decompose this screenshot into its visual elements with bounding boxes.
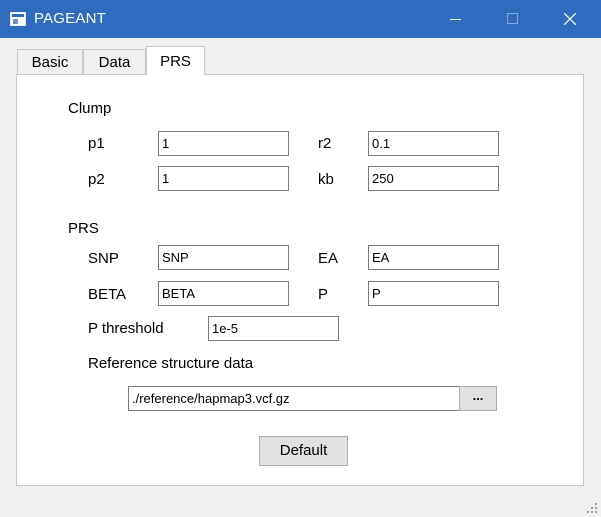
browse-button[interactable]: ... <box>459 386 497 411</box>
tab-prs[interactable]: PRS <box>146 46 205 75</box>
minimize-icon <box>450 19 461 20</box>
tab-data[interactable]: Data <box>83 49 146 75</box>
p2-input[interactable]: 1 <box>158 166 289 191</box>
clump-heading: Clump <box>68 100 112 117</box>
beta-label: BETA <box>88 286 127 303</box>
p-input[interactable]: P <box>368 281 499 306</box>
snp-label: SNP <box>88 250 119 267</box>
p-threshold-input[interactable]: 1e-5 <box>208 316 339 341</box>
app-window-icon <box>10 12 26 26</box>
maximize-icon <box>507 13 518 24</box>
minimize-button[interactable] <box>433 0 479 38</box>
snp-input[interactable]: SNP <box>158 245 289 270</box>
ea-label: EA <box>318 250 339 267</box>
p1-label: p1 <box>88 135 105 152</box>
p2-label: p2 <box>88 171 105 188</box>
prs-heading: PRS <box>68 220 99 237</box>
r2-input[interactable]: 0.1 <box>368 131 499 156</box>
p1-input[interactable]: 1 <box>158 131 289 156</box>
r2-label: r2 <box>318 135 332 152</box>
tab-basic[interactable]: Basic <box>17 49 83 75</box>
kb-label: kb <box>318 171 334 188</box>
resize-grip-icon[interactable] <box>587 503 597 513</box>
maximize-button[interactable] <box>489 0 535 38</box>
beta-input[interactable]: BETA <box>158 281 289 306</box>
close-icon <box>564 13 576 25</box>
reference-label: Reference structure data <box>88 355 254 372</box>
reference-path-input[interactable]: ./reference/hapmap3.vcf.gz <box>128 386 460 411</box>
p-label: P <box>318 286 329 303</box>
p-threshold-label: P threshold <box>88 320 164 337</box>
title-bar: PAGEANT <box>0 0 601 38</box>
default-button[interactable]: Default <box>259 436 348 466</box>
window-title: PAGEANT <box>34 10 106 27</box>
kb-input[interactable]: 250 <box>368 166 499 191</box>
ea-input[interactable]: EA <box>368 245 499 270</box>
close-button[interactable] <box>547 0 593 38</box>
